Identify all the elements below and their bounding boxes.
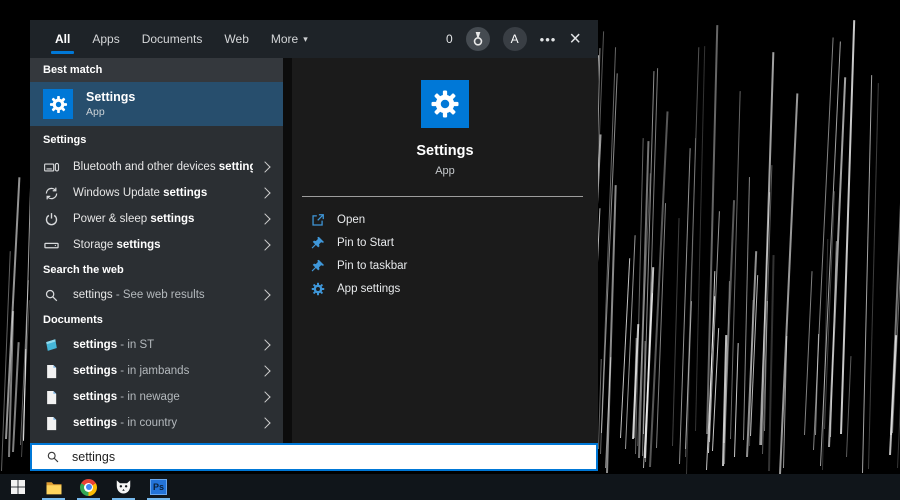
chevron-right-icon (259, 365, 271, 377)
account-avatar[interactable]: A (502, 27, 527, 51)
action-pin-to-start[interactable]: Pin to Start (292, 231, 598, 254)
rewards-medal-icon[interactable] (465, 27, 490, 51)
chevron-right-icon (259, 213, 271, 225)
topbar-right-cluster: 0 A ••• × (446, 27, 598, 51)
taskbar: Ps (0, 474, 900, 500)
documents-section-header: Documents (43, 314, 103, 326)
taskbar-app-chrome[interactable] (71, 474, 106, 500)
result-power-sleep-settings[interactable]: Power & sleep settings (30, 206, 283, 232)
pin-icon (311, 236, 325, 250)
best-match-header: Best match (30, 58, 283, 82)
preview-panel: Settings App Open Pin to Start Pin to ta… (292, 58, 598, 443)
result-document-country[interactable]: settings - in country (30, 410, 283, 436)
chevron-right-icon (259, 417, 271, 429)
chevron-right-icon (259, 391, 271, 403)
search-flyout: All Apps Documents Web More ▾ 0 A ••• × … (30, 20, 598, 471)
chrome-icon (80, 478, 97, 496)
tab-documents[interactable]: Documents (131, 20, 214, 58)
search-tab-bar: All Apps Documents Web More ▾ 0 A ••• × (30, 20, 598, 58)
taskbar-app-photoshop[interactable]: Ps (141, 474, 176, 500)
preview-app-title: Settings (416, 143, 474, 159)
chevron-right-icon (259, 187, 271, 199)
search-icon (46, 450, 60, 464)
action-pin-to-taskbar[interactable]: Pin to taskbar (292, 254, 598, 277)
chevron-right-icon (259, 339, 271, 351)
preview-app-subtitle: App (435, 165, 455, 177)
taskbar-app-file-explorer[interactable] (36, 474, 71, 500)
search-input[interactable] (72, 450, 596, 464)
tab-all[interactable]: All (44, 20, 81, 58)
tab-web[interactable]: Web (213, 20, 259, 58)
rewards-count: 0 (445, 32, 453, 46)
gear-icon (311, 282, 325, 296)
file-explorer-icon (46, 481, 61, 494)
preview-divider (302, 196, 583, 197)
chevron-right-icon (259, 239, 271, 251)
start-button[interactable] (0, 474, 36, 500)
power-icon (43, 211, 59, 227)
open-icon (311, 213, 325, 227)
document-icon (43, 415, 59, 431)
best-match-subtitle: App (86, 105, 105, 118)
document-icon (43, 363, 59, 379)
result-storage-settings[interactable]: Storage settings (30, 232, 283, 258)
results-list-panel: Best match Settings App Settings Bluetoo… (30, 58, 283, 443)
search-icon (43, 287, 59, 303)
chevron-down-icon: ▾ (303, 33, 308, 44)
fox-browser-icon (116, 479, 131, 494)
result-windows-update-settings[interactable]: Windows Update settings (30, 180, 283, 206)
best-match-title: Settings (86, 89, 136, 104)
photoshop-icon: Ps (150, 479, 167, 495)
settings-gear-icon (421, 80, 469, 128)
settings-section-header: Settings (43, 134, 87, 146)
result-document-st[interactable]: settings - in ST (30, 332, 283, 358)
devices-icon (43, 159, 59, 175)
more-options-icon[interactable]: ••• (540, 32, 557, 47)
result-document-jambands[interactable]: settings - in jambands (30, 358, 283, 384)
web-section-header: Search the web (43, 264, 124, 276)
chevron-right-icon (259, 289, 271, 301)
action-app-settings[interactable]: App settings (292, 277, 598, 300)
document-icon (43, 389, 59, 405)
result-web-search[interactable]: settings - See web results (30, 282, 283, 308)
tab-apps[interactable]: Apps (81, 20, 130, 58)
action-open[interactable]: Open (292, 208, 598, 231)
chevron-right-icon (259, 161, 271, 173)
best-match-result-settings[interactable]: Settings App (30, 82, 283, 126)
search-tabs: All Apps Documents Web More ▾ (30, 20, 319, 58)
update-icon (43, 185, 59, 201)
taskbar-search-box (30, 443, 598, 471)
result-bluetooth-settings[interactable]: Bluetooth and other devices settings (30, 154, 283, 180)
storage-icon (43, 237, 59, 253)
result-document-newage[interactable]: settings - in newage (30, 384, 283, 410)
settings-gear-icon (43, 89, 73, 119)
tab-more[interactable]: More ▾ (260, 20, 319, 58)
note-icon (43, 337, 59, 353)
close-icon[interactable]: × (569, 29, 581, 49)
pin-icon (311, 259, 325, 273)
search-results-area: Best match Settings App Settings Bluetoo… (30, 58, 598, 443)
windows-logo-icon (11, 480, 25, 494)
taskbar-app-fox-browser[interactable] (106, 474, 141, 500)
